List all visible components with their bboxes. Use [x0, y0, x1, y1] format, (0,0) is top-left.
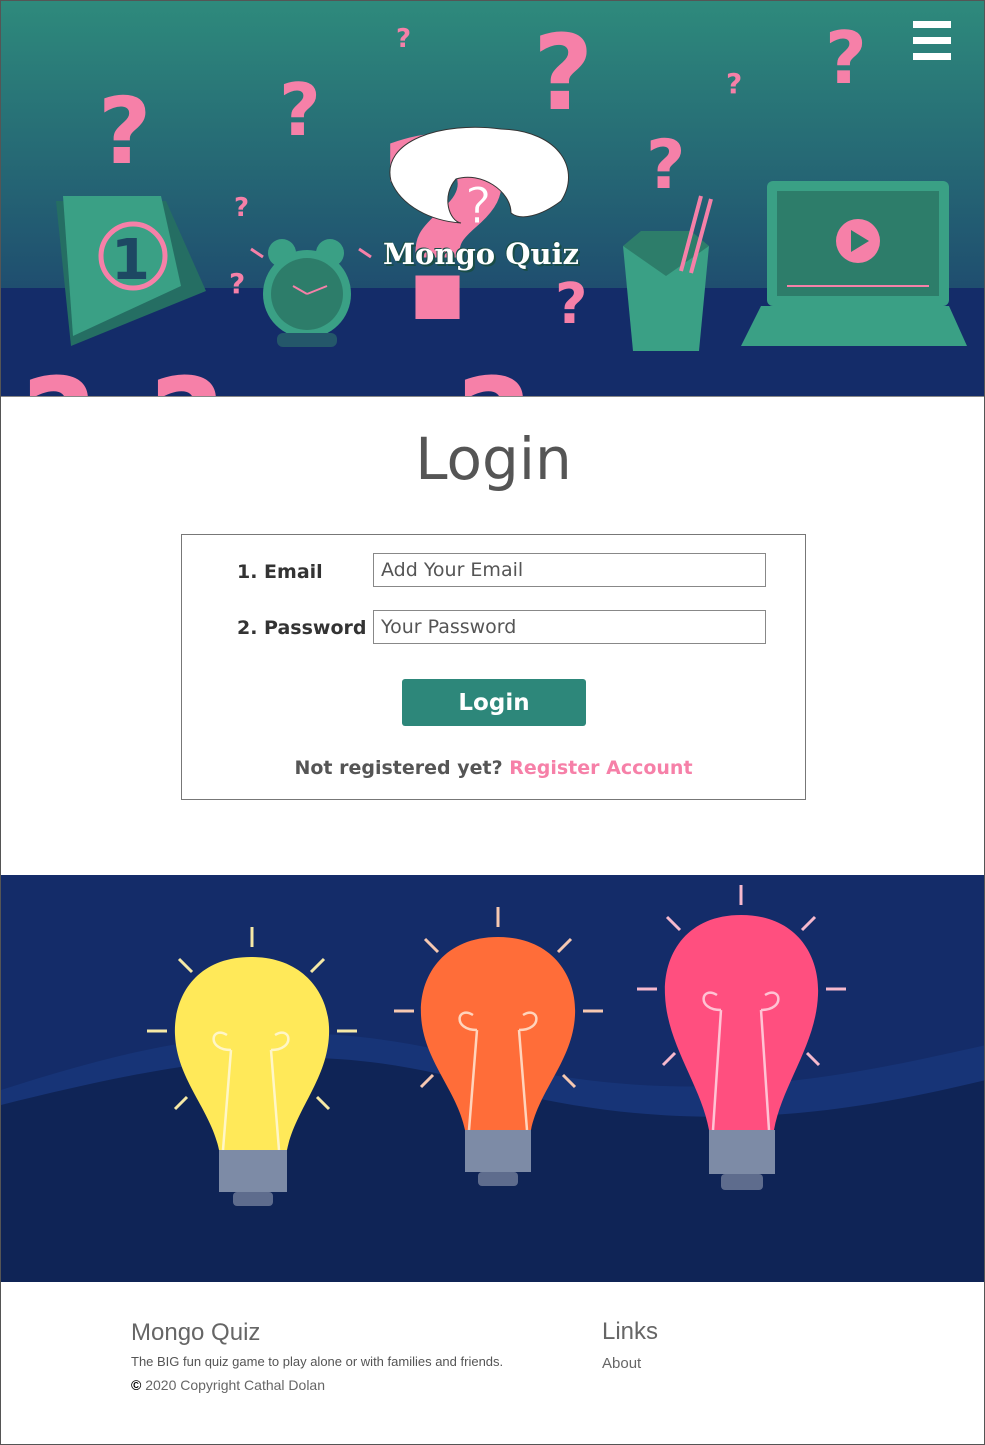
lightbulbs-banner [1, 875, 984, 1282]
svg-text:?: ? [646, 126, 685, 205]
svg-text:?: ? [234, 193, 249, 223]
copyright-icon: © [131, 1377, 142, 1393]
svg-text:?: ? [533, 12, 593, 134]
login-button[interactable]: Login [402, 679, 586, 726]
register-account-link[interactable]: Register Account [509, 757, 692, 779]
footer: Mongo Quiz The BIG fun quiz game to play… [1, 1282, 984, 1444]
hero-illustration: ? ? ? ? ? ? ? ? ? ? ? ? ? ? ? [1, 1, 984, 396]
svg-text:?: ? [98, 78, 151, 185]
footer-description: The BIG fun quiz game to play alone or w… [131, 1354, 504, 1369]
laptop-icon [741, 181, 967, 346]
svg-text:?: ? [229, 267, 245, 300]
password-label: 2. Password [237, 617, 367, 639]
menu-bar [913, 21, 951, 28]
svg-text:?: ? [465, 177, 492, 235]
hamburger-menu-icon[interactable] [907, 19, 957, 63]
copyright-label: 2020 Copyright Cathal Dolan [141, 1377, 325, 1393]
svg-text:?: ? [726, 67, 742, 100]
page-title: Login [415, 425, 572, 493]
svg-text:1: 1 [111, 228, 150, 293]
svg-text:?: ? [825, 16, 867, 100]
lightbulbs-illustration [1, 875, 984, 1282]
login-form: 1. Email 2. Password Login Not registere… [181, 534, 806, 800]
password-field[interactable] [373, 610, 766, 644]
links-heading: Links [602, 1318, 659, 1345]
about-link[interactable]: About [602, 1355, 641, 1372]
login-section: Login 1. Email 2. Password Login Not reg… [1, 396, 984, 877]
copyright-text: © 2020 Copyright Cathal Dolan [131, 1377, 325, 1393]
svg-text:?: ? [149, 350, 224, 396]
not-registered-text: Not registered yet? [294, 757, 503, 779]
email-label: 1. Email [237, 561, 323, 583]
svg-text:?: ? [555, 272, 587, 337]
menu-bar [913, 53, 951, 60]
svg-text:?: ? [396, 24, 411, 54]
svg-text:?: ? [279, 68, 321, 152]
register-prompt: Not registered yet? Register Account [182, 757, 805, 779]
email-field[interactable] [373, 553, 766, 587]
hero-banner: ? ? ? ? ? ? ? ? ? ? ? ? ? ? ? [1, 1, 984, 396]
brand-logo-text: Mongo Quiz [382, 237, 580, 271]
page-frame: ? ? ? ? ? ? ? ? ? ? ? ? ? ? ? [0, 0, 985, 1445]
menu-bar [913, 37, 951, 44]
footer-title: Mongo Quiz [131, 1319, 261, 1346]
svg-text:?: ? [21, 350, 96, 396]
